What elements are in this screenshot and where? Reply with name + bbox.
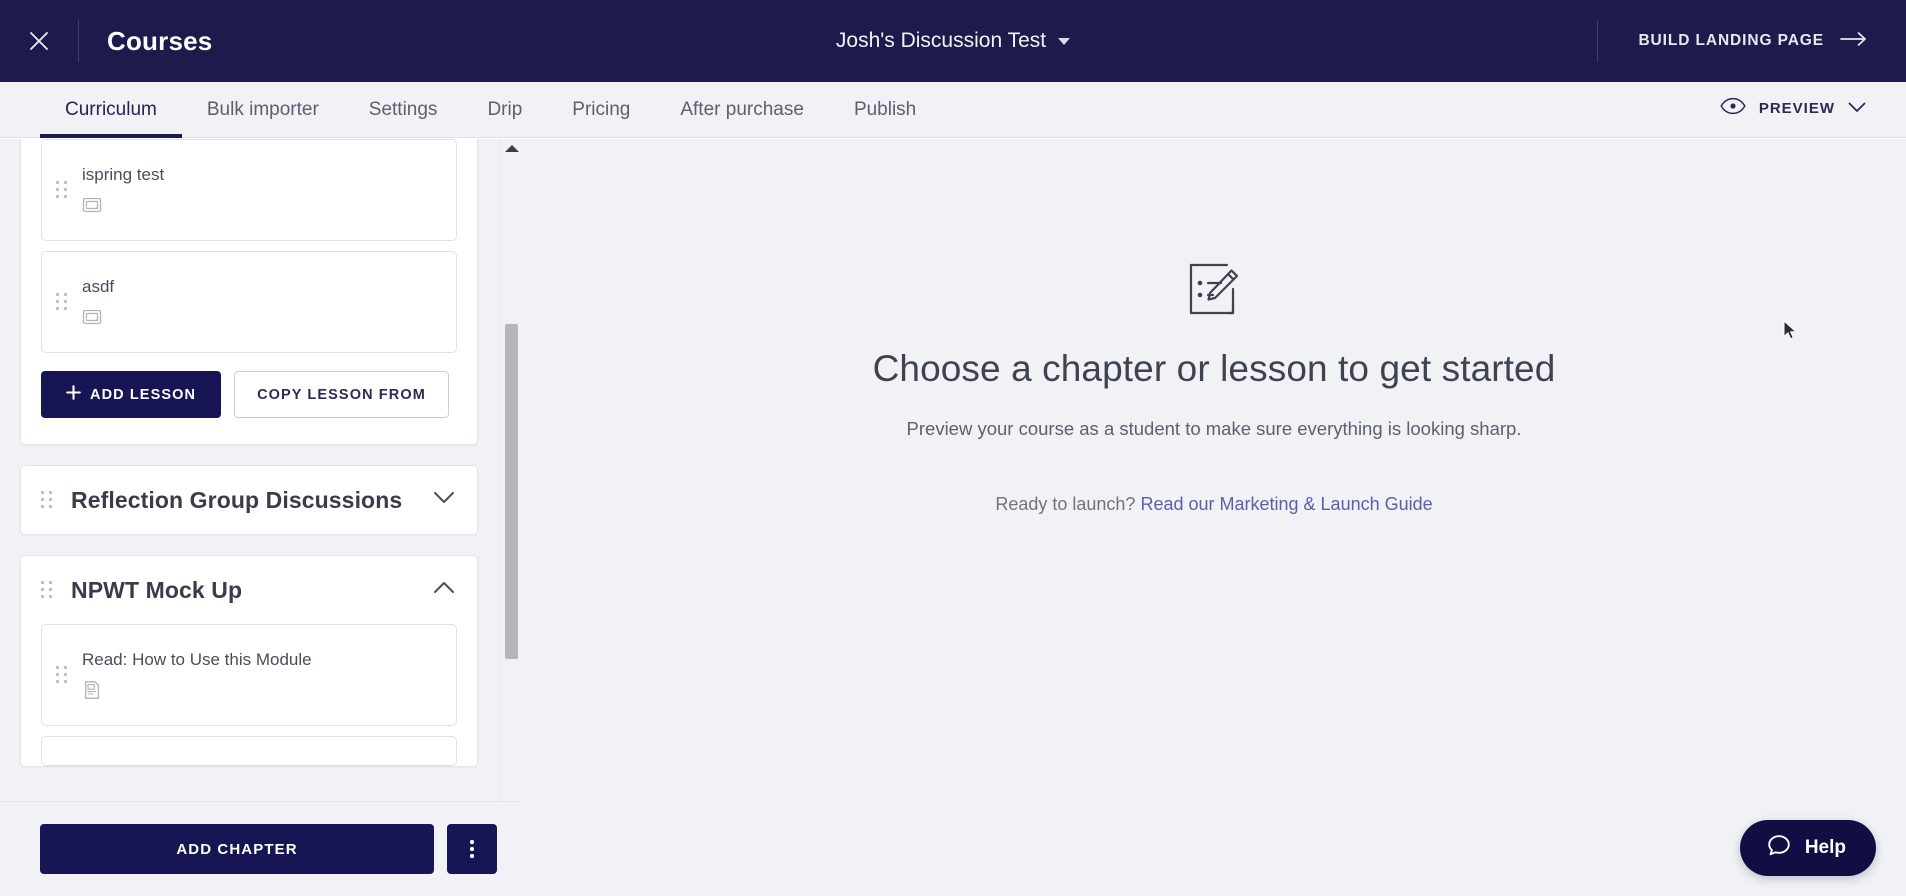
tab-settings-label: Settings bbox=[368, 99, 438, 120]
drag-handle-icon[interactable] bbox=[56, 181, 68, 199]
tab-curriculum-label: Curriculum bbox=[65, 99, 157, 120]
help-label: Help bbox=[1804, 837, 1846, 858]
lesson-action-bar: ADD LESSON COPY LESSON FROM bbox=[21, 363, 477, 444]
tab-list: Curriculum Bulk importer Settings Drip P… bbox=[0, 82, 941, 138]
lesson-title: asdf bbox=[82, 277, 115, 296]
lesson-title: Read: How to Use this Module bbox=[82, 650, 312, 669]
page-title: Courses bbox=[107, 25, 213, 56]
close-icon bbox=[26, 28, 52, 54]
tab-publish-label: Publish bbox=[853, 99, 917, 120]
empty-state: Choose a chapter or lesson to get starte… bbox=[764, 259, 1664, 515]
chevron-down-icon[interactable] bbox=[433, 491, 455, 509]
chat-bubble-icon bbox=[1766, 833, 1792, 864]
lesson-list-open-chapter: ispring test asdf bbox=[21, 139, 477, 353]
top-bar-right: BUILD LANDING PAGE bbox=[1597, 0, 1906, 82]
preview-label: PREVIEW bbox=[1758, 100, 1835, 117]
sidebar-scrollbar-track[interactable] bbox=[500, 139, 522, 801]
lesson-body: ispring test bbox=[82, 165, 164, 215]
empty-state-title: Choose a chapter or lesson to get starte… bbox=[872, 348, 1556, 389]
add-chapter-label: ADD CHAPTER bbox=[176, 840, 298, 858]
chapter-more-options-button[interactable] bbox=[447, 824, 497, 874]
drag-handle-icon[interactable] bbox=[41, 581, 53, 599]
curriculum-sidebar: ispring test asdf ADD LESSON COPY LESSON… bbox=[0, 139, 522, 896]
copy-lesson-from-button[interactable]: COPY LESSON FROM bbox=[234, 371, 449, 418]
tab-curriculum[interactable]: Curriculum bbox=[40, 82, 182, 138]
add-lesson-label: ADD LESSON bbox=[90, 386, 197, 403]
chapter-header[interactable]: NPWT Mock Up bbox=[21, 556, 477, 624]
text-document-icon bbox=[82, 680, 102, 700]
list-item[interactable]: asdf bbox=[41, 251, 457, 353]
drag-handle-icon[interactable] bbox=[56, 666, 68, 684]
chapter-title: Reflection Group Discussions bbox=[71, 486, 403, 513]
tab-pricing-label: Pricing bbox=[572, 99, 631, 120]
tab-publish[interactable]: Publish bbox=[829, 82, 941, 137]
build-landing-page-label: BUILD LANDING PAGE bbox=[1638, 32, 1824, 49]
caret-down-icon bbox=[1058, 37, 1071, 45]
empty-state-subtitle: Preview your course as a student to make… bbox=[906, 418, 1522, 439]
tab-after-purchase[interactable]: After purchase bbox=[655, 82, 829, 137]
main-content-panel: Choose a chapter or lesson to get starte… bbox=[522, 139, 1906, 896]
top-bar-divider bbox=[78, 20, 79, 62]
tab-settings[interactable]: Settings bbox=[344, 82, 463, 137]
tab-drip-label: Drip bbox=[487, 99, 523, 120]
curriculum-scroll-area: ispring test asdf ADD LESSON COPY LESSON… bbox=[0, 139, 500, 801]
tab-after-purchase-label: After purchase bbox=[680, 99, 804, 120]
lesson-title: ispring test bbox=[82, 165, 165, 184]
preview-button[interactable]: PREVIEW bbox=[1720, 97, 1906, 137]
drag-handle-icon[interactable] bbox=[56, 293, 68, 311]
chapter-card-open: ispring test asdf ADD LESSON COPY LESSON… bbox=[20, 139, 478, 445]
list-item[interactable]: Read: How to Use this Module bbox=[41, 624, 457, 726]
add-lesson-button[interactable]: ADD LESSON bbox=[41, 371, 222, 418]
close-button[interactable] bbox=[0, 0, 78, 82]
tab-bar: Curriculum Bulk importer Settings Drip P… bbox=[0, 82, 1906, 138]
launch-prefix: Ready to launch? bbox=[995, 494, 1141, 514]
tab-bulk-importer[interactable]: Bulk importer bbox=[182, 82, 344, 137]
plus-icon bbox=[66, 385, 81, 404]
marketing-launch-guide-link[interactable]: Read our Marketing & Launch Guide bbox=[1140, 494, 1432, 514]
sidebar-scrollbar-thumb[interactable] bbox=[505, 324, 518, 659]
course-selector[interactable]: Josh's Discussion Test bbox=[835, 29, 1071, 53]
lesson-body: asdf bbox=[82, 277, 114, 327]
chapter-card-npwt-mock-up: NPWT Mock Up Read: How to Use this Modul… bbox=[20, 555, 478, 767]
tab-pricing[interactable]: Pricing bbox=[547, 82, 655, 137]
presentation-icon bbox=[82, 195, 102, 215]
empty-state-launch-line: Ready to launch? Read our Marketing & La… bbox=[995, 494, 1432, 515]
arrow-right-icon bbox=[1840, 31, 1868, 52]
top-bar-left: Courses bbox=[0, 0, 212, 82]
drag-handle-icon[interactable] bbox=[41, 491, 53, 509]
course-name: Josh's Discussion Test bbox=[835, 29, 1047, 52]
chevron-up-icon[interactable] bbox=[433, 581, 455, 599]
kebab-menu-icon bbox=[470, 840, 474, 858]
top-bar: Courses Josh's Discussion Test BUILD LAN… bbox=[0, 0, 1906, 82]
add-chapter-button[interactable]: ADD CHAPTER bbox=[40, 824, 434, 874]
edit-checklist-icon bbox=[1183, 259, 1245, 326]
tab-drip[interactable]: Drip bbox=[462, 82, 547, 137]
scroll-up-arrow-icon[interactable] bbox=[504, 145, 519, 152]
eye-icon bbox=[1720, 97, 1746, 120]
build-landing-page-button[interactable]: BUILD LANDING PAGE bbox=[1598, 31, 1906, 52]
chevron-down-icon bbox=[1848, 100, 1866, 118]
lesson-list-npwt: Read: How to Use this Module bbox=[21, 624, 477, 766]
presentation-icon bbox=[82, 307, 102, 327]
chapter-title: NPWT Mock Up bbox=[71, 576, 243, 603]
tab-bulk-importer-label: Bulk importer bbox=[206, 99, 319, 120]
help-button[interactable]: Help bbox=[1739, 820, 1876, 876]
list-item[interactable] bbox=[41, 736, 457, 766]
copy-lesson-from-label: COPY LESSON FROM bbox=[257, 386, 426, 403]
chapter-header[interactable]: Reflection Group Discussions bbox=[21, 466, 477, 534]
lesson-body: Read: How to Use this Module bbox=[82, 650, 312, 700]
list-item[interactable]: ispring test bbox=[41, 139, 457, 241]
chapter-card-reflection-group-discussions: Reflection Group Discussions bbox=[20, 465, 478, 535]
sidebar-footer: ADD CHAPTER bbox=[0, 801, 522, 896]
